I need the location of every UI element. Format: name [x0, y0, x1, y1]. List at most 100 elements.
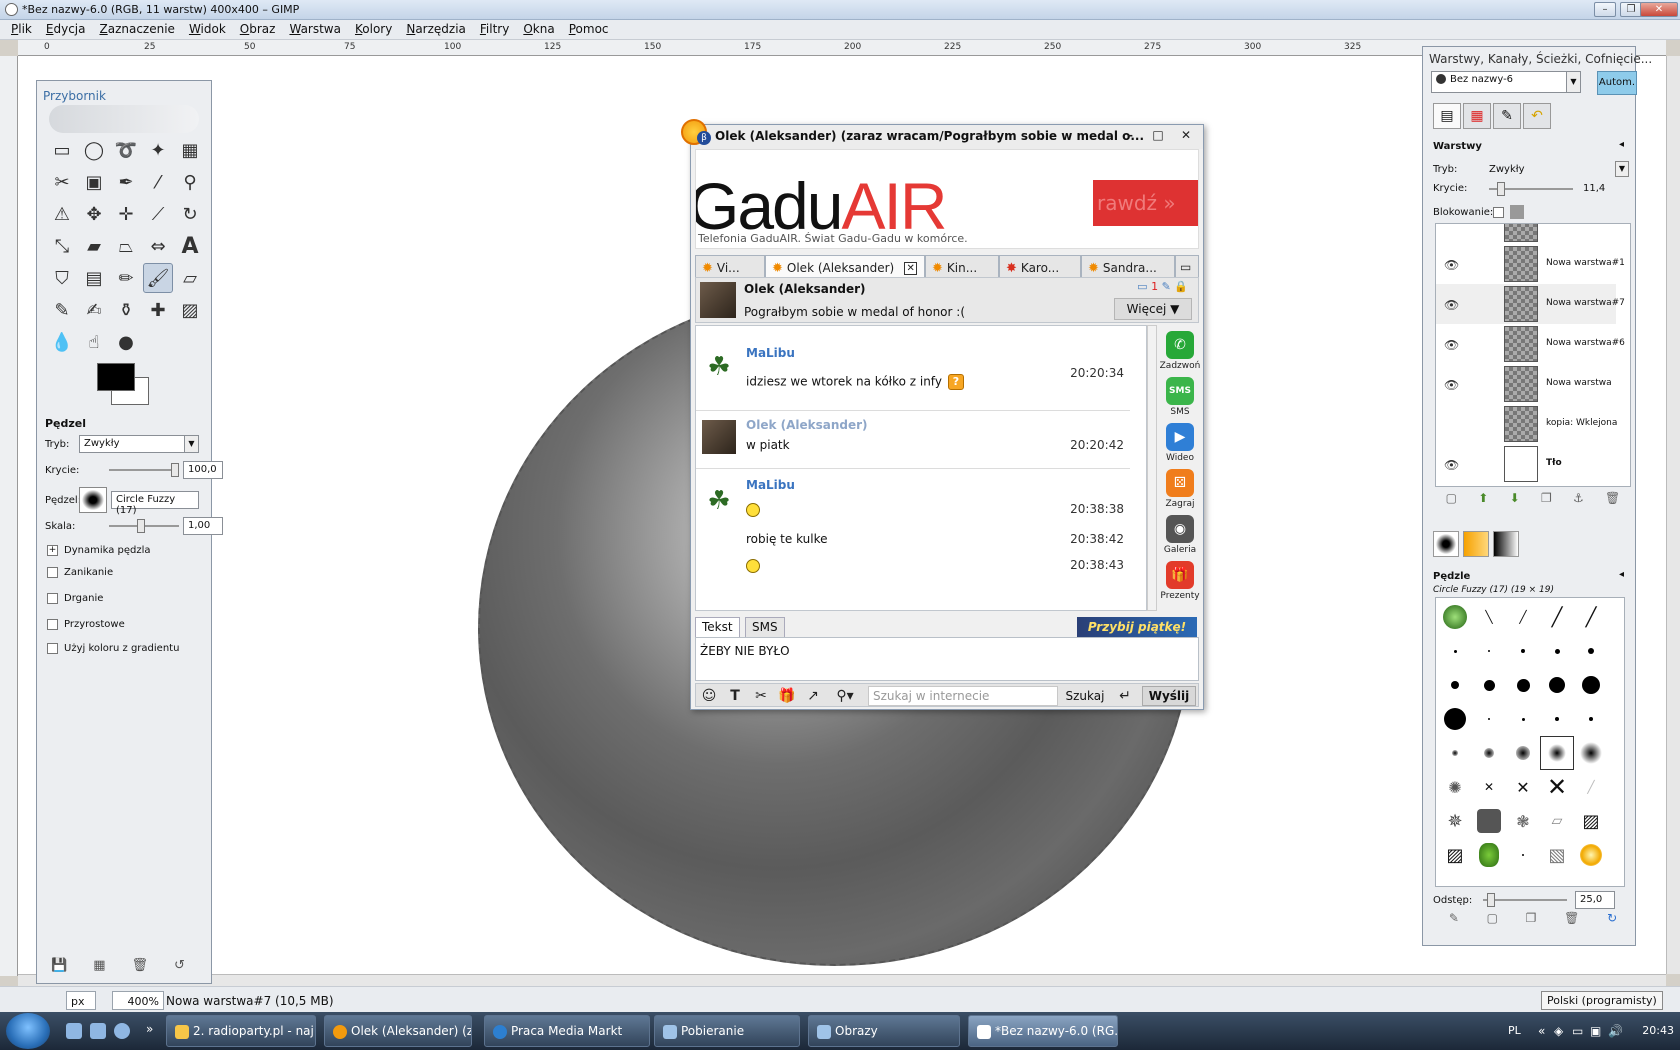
start-button[interactable]: [6, 1013, 50, 1049]
slider-knob[interactable]: [137, 519, 145, 533]
brush-item[interactable]: [1506, 702, 1540, 736]
search-engine-icon[interactable]: ⚲▾: [830, 686, 860, 706]
brush-item[interactable]: ✺: [1438, 770, 1472, 804]
zoom-tool-icon[interactable]: ⚲: [175, 167, 205, 197]
fuzzy-select-tool-icon[interactable]: ✦: [143, 135, 173, 165]
brush-item[interactable]: [1506, 634, 1540, 668]
airbrush-tool-icon[interactable]: ✎: [47, 295, 77, 325]
layer-row-active[interactable]: 👁 Nowa warstwa#7: [1436, 284, 1625, 324]
brush-item[interactable]: [1438, 702, 1472, 736]
align-tool-icon[interactable]: ✛: [111, 199, 141, 229]
slider-knob[interactable]: [1497, 181, 1505, 196]
wilber-drop-area[interactable]: [49, 105, 199, 133]
menu-pomoc[interactable]: Pomoc: [562, 20, 616, 39]
opacity-slider[interactable]: [109, 463, 179, 477]
brush-item[interactable]: ✕: [1540, 770, 1574, 804]
scale-slider[interactable]: [109, 519, 179, 533]
fade-checkbox[interactable]: Zanikanie: [47, 567, 113, 578]
lock-pixels-checkbox[interactable]: [1493, 206, 1504, 218]
panel-menu-icon[interactable]: ◂: [1619, 139, 1624, 150]
brush-name-field[interactable]: Circle Fuzzy (17): [111, 491, 199, 516]
perspective-tool-icon[interactable]: ⏢: [111, 231, 141, 261]
eraser-tool-icon[interactable]: ▱: [175, 263, 205, 293]
brush-item[interactable]: [1438, 736, 1472, 770]
brush-item[interactable]: ╱: [1574, 600, 1608, 634]
foreground-select-tool-icon[interactable]: ▣: [79, 167, 109, 197]
brush-preview[interactable]: [79, 487, 107, 513]
measure-tool-icon[interactable]: ⚠: [47, 199, 77, 229]
ruler-horizontal[interactable]: 0 25 50 75 100 125 150 175 200 225 250 2…: [18, 40, 1666, 56]
heal-tool-icon[interactable]: ✚: [143, 295, 173, 325]
chat-tab[interactable]: ✹ Kin...: [925, 255, 999, 277]
tab-paths-icon[interactable]: ✎: [1493, 103, 1521, 129]
menu-kolory[interactable]: Kolory: [348, 20, 399, 39]
taskbar-item[interactable]: 2. radioparty.pl - naj...: [166, 1015, 316, 1047]
anchor-layer-icon[interactable]: ⚓: [1573, 491, 1584, 511]
more-button[interactable]: Więcej ▼: [1114, 298, 1192, 320]
message-scrollbar[interactable]: [1147, 325, 1157, 611]
color-select-tool-icon[interactable]: ▦: [175, 135, 205, 165]
brush-item[interactable]: ✕: [1506, 770, 1540, 804]
tray-clock[interactable]: 20:43: [1642, 1024, 1674, 1037]
checkbox-box[interactable]: [47, 619, 58, 630]
paths-tool-icon[interactable]: ✒: [111, 167, 141, 197]
refresh-brushes-icon[interactable]: ↻: [1607, 911, 1617, 925]
canvas-scrollbar-vertical[interactable]: [1666, 56, 1680, 974]
chat-tab[interactable]: ✹ Vi...: [695, 255, 765, 277]
taskbar-item[interactable]: Obrazy: [808, 1015, 960, 1047]
chat-minimize-button[interactable]: –: [1119, 128, 1141, 144]
web-search-input[interactable]: Szukaj w internecie: [868, 686, 1058, 706]
tabs-menu-icon[interactable]: ▭: [1175, 255, 1199, 277]
slider-knob[interactable]: [1487, 893, 1495, 907]
crop-tool-icon[interactable]: ⟋: [143, 199, 173, 229]
new-layer-icon[interactable]: ▢: [1446, 491, 1457, 511]
foreground-color-swatch[interactable]: [97, 363, 135, 391]
search-button[interactable]: Szukaj: [1062, 686, 1108, 706]
dodge-burn-tool-icon[interactable]: ●: [111, 327, 141, 357]
reset-options-icon[interactable]: ↺: [174, 958, 185, 973]
sms-button[interactable]: SMS SMS: [1159, 377, 1201, 417]
blend-tool-icon[interactable]: ▤: [79, 263, 109, 293]
brush-item[interactable]: ╱: [1540, 600, 1574, 634]
chevron-down-icon[interactable]: ▼: [1615, 161, 1629, 177]
spacing-input[interactable]: 25,0: [1575, 891, 1615, 909]
message-input[interactable]: ŻEBY NIE BYŁO: [695, 637, 1199, 681]
brush-item[interactable]: [1438, 634, 1472, 668]
brush-item[interactable]: ▧: [1540, 838, 1574, 872]
brush-item[interactable]: [1472, 702, 1506, 736]
brush-item[interactable]: [1472, 838, 1506, 872]
tray-network-icon[interactable]: ◈: [1554, 1024, 1563, 1038]
tray-volume-icon[interactable]: 🔊: [1608, 1024, 1623, 1038]
quicklaunch-more-icon[interactable]: »: [146, 1022, 153, 1036]
text-tool-icon[interactable]: A: [175, 231, 205, 261]
inbox-icon[interactable]: ▭: [1137, 280, 1147, 293]
promo-button[interactable]: Przybij piątkę!: [1077, 617, 1197, 637]
layer-row[interactable]: [1436, 224, 1616, 244]
move-tool-icon[interactable]: ✥: [79, 199, 109, 229]
video-button[interactable]: ▶ Wideo: [1159, 423, 1201, 463]
scale-tool-icon[interactable]: ⤡: [47, 231, 77, 261]
chat-tab[interactable]: ✸ Karo...: [999, 255, 1081, 277]
brush-item[interactable]: ✕: [1472, 770, 1506, 804]
text-format-icon[interactable]: T: [724, 686, 746, 706]
lock-icon[interactable]: 🔒: [1174, 280, 1188, 293]
clone-tool-icon[interactable]: ⚱: [111, 295, 141, 325]
brush-item[interactable]: ❃: [1506, 804, 1540, 838]
emoticon-icon[interactable]: ☺: [698, 686, 720, 706]
gradient-color-checkbox[interactable]: Użyj koloru z gradientu: [47, 643, 179, 654]
ad-banner[interactable]: GaduAIR Telefonia GaduAIR. Świat Gadu-Ga…: [695, 149, 1199, 249]
tab-channels-icon[interactable]: ▦: [1463, 103, 1491, 129]
smudge-tool-icon[interactable]: ☝: [79, 327, 109, 357]
duplicate-brush-icon[interactable]: ❐: [1526, 911, 1537, 925]
menu-widok[interactable]: Widok: [182, 20, 233, 39]
perspective-clone-tool-icon[interactable]: ▨: [175, 295, 205, 325]
brush-item[interactable]: [1574, 838, 1608, 872]
quicklaunch-browser-icon[interactable]: [114, 1023, 130, 1039]
taskbar-item[interactable]: Olek (Aleksander) (z...: [324, 1015, 472, 1047]
brush-item[interactable]: ▨: [1574, 804, 1608, 838]
blur-tool-icon[interactable]: 💧: [47, 327, 77, 357]
edit-brush-icon[interactable]: ✎: [1449, 911, 1459, 925]
save-options-icon[interactable]: 💾: [51, 958, 67, 973]
gift-small-icon[interactable]: 🎁: [776, 686, 798, 706]
scale-input[interactable]: 1,00: [183, 517, 223, 535]
